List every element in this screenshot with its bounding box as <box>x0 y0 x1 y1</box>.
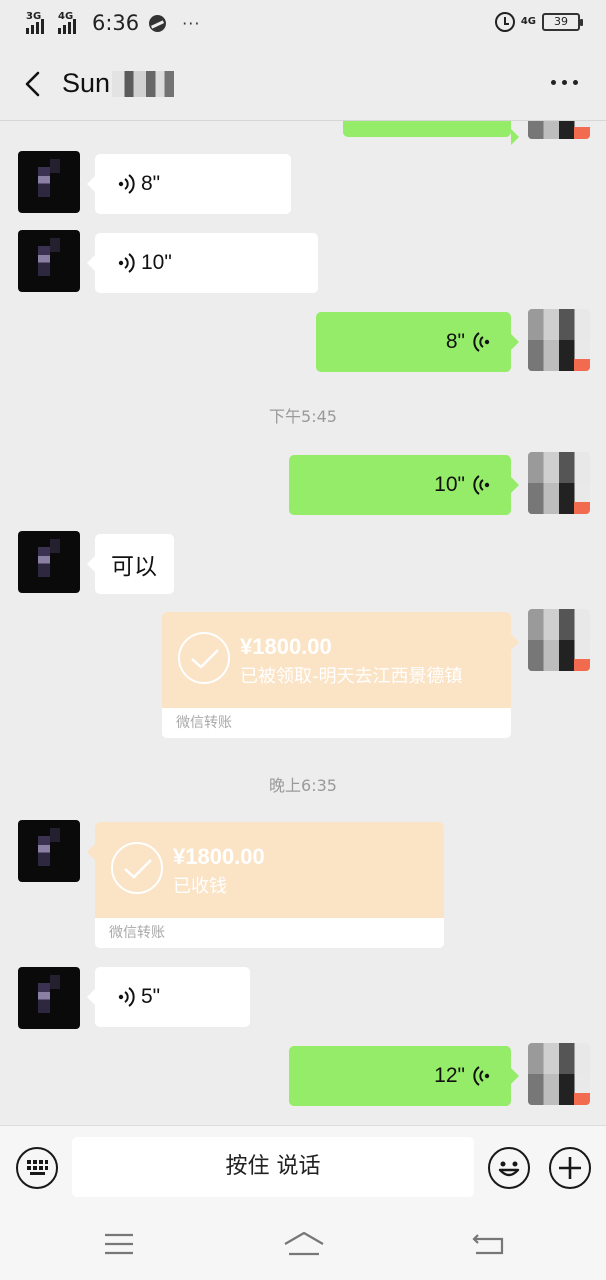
home-icon[interactable] <box>283 1230 325 1258</box>
voice-duration: 8" <box>445 330 465 353</box>
transfer-message-outgoing[interactable]: ¥1800.00 已被领取-明天去江西景德镇 微信转账 <box>162 612 519 738</box>
recent-apps-icon[interactable] <box>103 1232 135 1256</box>
message-timestamp: 晚上6:35 <box>269 776 337 795</box>
back-nav-icon[interactable] <box>472 1231 506 1257</box>
contact-avatar[interactable] <box>18 230 80 292</box>
my-avatar[interactable] <box>528 452 590 514</box>
signal-4g-icon: 4G <box>58 11 84 34</box>
voice-message-outgoing[interactable]: 12" <box>289 1046 519 1106</box>
transfer-message-incoming[interactable]: ¥1800.00 已收钱 微信转账 <box>87 822 444 948</box>
chat-title: Sun <box>62 68 175 99</box>
more-icon[interactable] <box>551 80 578 85</box>
voice-wave-icon <box>118 174 135 194</box>
my-avatar[interactable] <box>528 1043 590 1105</box>
voice-wave-icon <box>473 475 490 495</box>
status-time: 6:36 <box>92 11 140 35</box>
message-list[interactable]: 8" 10" 8" 下午5:45 10" 可以 ¥1800.00 已被领取-明天… <box>0 121 606 1125</box>
voice-duration: 5" <box>141 985 161 1008</box>
system-navigation-bar <box>0 1209 606 1280</box>
check-circle-icon <box>178 632 230 684</box>
hold-to-talk-button[interactable]: 按住 说话 <box>72 1137 474 1197</box>
voice-duration: 8" <box>141 172 161 195</box>
voice-wave-icon <box>118 987 135 1007</box>
battery-level: 39 <box>554 15 568 28</box>
contact-avatar[interactable] <box>18 820 80 882</box>
alarm-icon <box>494 12 515 32</box>
contact-avatar[interactable] <box>18 967 80 1029</box>
message-timestamp: 下午5:45 <box>269 407 337 426</box>
voice-duration: 12" <box>434 1064 465 1087</box>
voice-message-outgoing[interactable]: 8" <box>316 312 519 372</box>
my-avatar[interactable] <box>528 121 590 139</box>
plus-icon[interactable] <box>549 1147 591 1189</box>
voice-duration: 10" <box>434 473 465 496</box>
voice-wave-icon <box>118 253 135 273</box>
signal-3g-icon: 3G <box>26 11 52 34</box>
more-notifications-indicator: ··· <box>182 13 201 33</box>
status-bar: 3G 4G 6:36 ··· 4G 39 <box>0 0 606 48</box>
check-circle-icon <box>111 842 163 894</box>
keyboard-icon[interactable] <box>16 1147 58 1189</box>
voice-wave-icon <box>473 1066 490 1086</box>
voice-message-incoming[interactable]: 10" <box>87 233 318 293</box>
voice-message-incoming[interactable]: 5" <box>87 967 250 1027</box>
battery-icon: 39 <box>542 13 583 31</box>
contact-name-blurred <box>112 70 175 97</box>
my-avatar[interactable] <box>528 309 590 371</box>
voice-duration: 10" <box>141 251 172 274</box>
input-bar: 按住 说话 <box>0 1125 606 1209</box>
contact-avatar[interactable] <box>18 531 80 593</box>
chat-header: Sun <box>0 48 606 120</box>
message-text: 可以 <box>111 554 157 580</box>
voice-wave-icon <box>473 332 490 352</box>
network-indicator: 4G <box>520 16 536 27</box>
emoji-icon[interactable] <box>488 1147 530 1189</box>
message-bubble-partial[interactable] <box>343 121 519 145</box>
voice-message-incoming[interactable]: 8" <box>87 154 291 214</box>
transfer-footer: 微信转账 <box>95 918 444 948</box>
transfer-status: 已被领取-明天去江西景德镇 <box>240 666 463 687</box>
text-message-incoming[interactable]: 可以 <box>87 534 174 594</box>
transfer-status: 已收钱 <box>173 876 227 897</box>
contact-avatar[interactable] <box>18 151 80 213</box>
transfer-amount: ¥1800.00 <box>173 844 265 869</box>
transfer-amount: ¥1800.00 <box>240 634 332 659</box>
voice-message-outgoing[interactable]: 10" <box>289 455 519 515</box>
my-avatar[interactable] <box>528 609 590 671</box>
transfer-footer: 微信转账 <box>162 708 511 738</box>
app-notification-icon <box>149 14 167 32</box>
contact-name: Sun <box>62 68 111 98</box>
back-arrow-icon[interactable] <box>22 70 44 98</box>
